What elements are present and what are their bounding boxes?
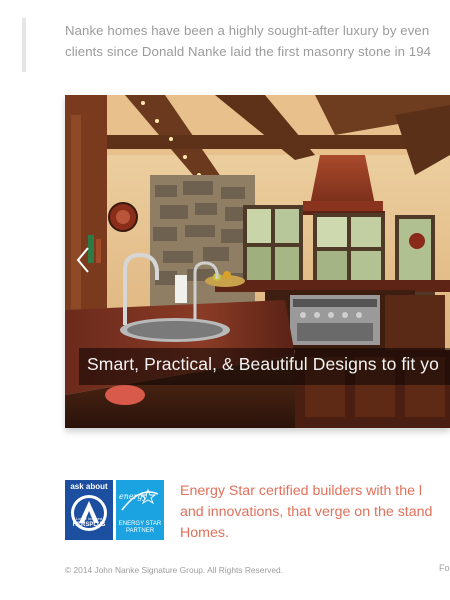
intro-paragraph: Nanke homes have been a highly sought-af… [65, 20, 450, 62]
intro-line-2: clients since Donald Nanke laid the firs… [65, 44, 432, 59]
intro-line-1: Nanke homes have been a highly sought-af… [65, 23, 430, 38]
slide-caption: Smart, Practical, & Beautiful Designs to… [79, 348, 450, 385]
quote-bar [22, 18, 26, 72]
energy-line-2: and innovations, that verge on the stand [180, 504, 433, 520]
energy-star-label-1: ENERGY STAR [118, 521, 162, 527]
chevron-left-icon[interactable] [73, 245, 93, 275]
copyright-text: © 2014 John Nanke Signature Group. All R… [65, 565, 283, 575]
hers-badge-top: ask about [70, 482, 108, 491]
hers-badge-mid: HERSPLUS [72, 522, 106, 528]
energy-line-1: Energy Star certified builders with the … [180, 483, 423, 499]
hers-badge[interactable]: ask about Lower Indexed HERSPLUS [65, 480, 113, 540]
energy-star-badge[interactable]: energy ENERGY STAR PARTNER [116, 480, 164, 540]
caption-text: Smart, Practical, & Beautiful Designs to… [87, 354, 439, 374]
energy-logo-text: energy [118, 492, 148, 501]
energy-line-3: Homes. [180, 525, 229, 541]
image-slider[interactable]: Smart, Practical, & Beautiful Designs to… [65, 95, 450, 428]
energy-star-label-2: PARTNER [125, 528, 155, 534]
energy-star-paragraph: Energy Star certified builders with the … [180, 481, 450, 544]
footer-link[interactable]: Fo [439, 563, 450, 573]
